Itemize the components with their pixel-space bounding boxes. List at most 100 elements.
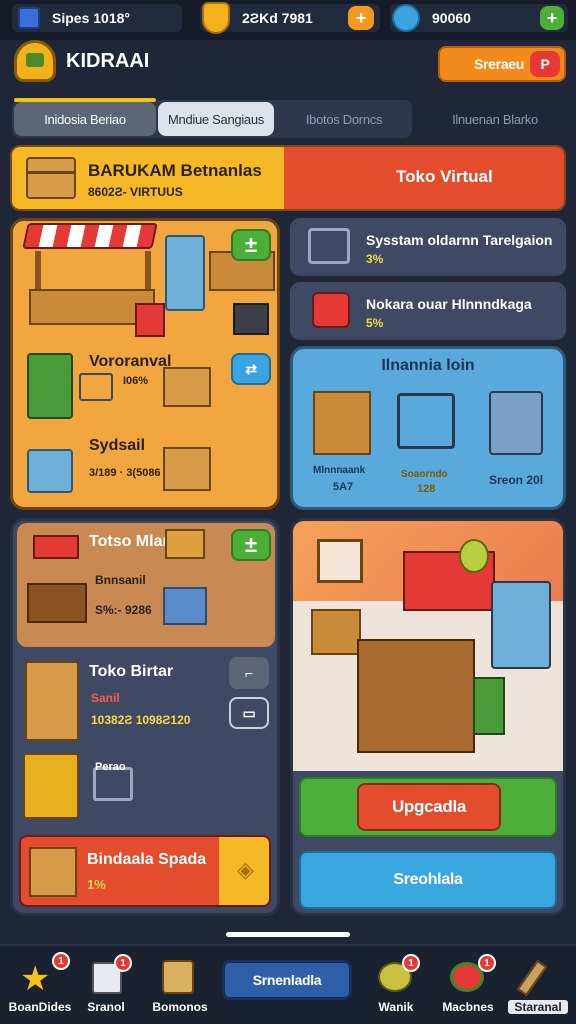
nav-item-3[interactable]: 1 Wanik <box>356 948 436 1024</box>
rocket-icon <box>392 4 420 32</box>
promo-banner[interactable]: BARUKAM Betnanlas 8602Ƨ- VIRTUUS Toko Vi… <box>10 145 566 211</box>
inventory-panel: Ilnannia loin Mlnnnaank 5A7 Soaorndo 128… <box>290 346 566 510</box>
nav-label-5: Staranal <box>508 1000 568 1014</box>
toko-red-label: Sanil <box>91 691 120 705</box>
special-offer-label: Bindaala Spada <box>87 851 207 868</box>
nav-label-4: Macbnes <box>442 1000 494 1014</box>
vending-machine <box>491 581 551 669</box>
stat-cash-value: 2ƧKd 7981 <box>242 10 313 26</box>
cheese-box-icon <box>23 753 79 819</box>
stall-card[interactable]: ± Vororanval I06% ⇄ Sydsail 3/189 · 3(50… <box>10 218 280 510</box>
crate-stack-icon <box>25 661 79 741</box>
toko-value: 10382Ƨ 1098Ƨ120 <box>91 713 191 727</box>
small-label: Perao <box>95 761 126 773</box>
toko-title: Toko Birtar <box>89 663 174 680</box>
veg-crate <box>163 367 211 407</box>
inventory-panel-title: Ilnannia loin <box>381 357 475 374</box>
basket-icon <box>312 292 350 328</box>
nav-badge-3: 1 <box>402 954 420 972</box>
stall-item2-label: Sydsail <box>89 437 146 454</box>
parcel-box <box>163 447 211 491</box>
nav-badge-1: 1 <box>114 954 132 972</box>
add-shop-button[interactable]: ± <box>231 529 271 561</box>
register-icon <box>27 449 73 493</box>
inventory-item1-label: Mlnnnaank <box>313 465 366 476</box>
fruit-display <box>357 639 475 753</box>
minimize-button[interactable]: ⌐ <box>229 657 269 689</box>
stall-item2-value: 3/189 · 3(5086 <box>89 467 161 479</box>
nav-center-button[interactable]: Srnenladla <box>222 960 352 1000</box>
nav-badge-4: 1 <box>478 954 496 972</box>
vending-icon <box>489 391 543 455</box>
inventory-item1-value: 5A7 <box>333 481 354 493</box>
cashier-box <box>135 303 165 337</box>
header-action-label: Sreraeu <box>474 56 525 72</box>
nav-label-1: Sranol <box>87 1000 125 1014</box>
cart-icon <box>79 373 113 401</box>
crate-icon <box>18 7 40 29</box>
stand-with-sign <box>27 535 87 629</box>
list-item-system[interactable]: Sysstam oldarnn Tarelgaion 3% <box>290 218 566 276</box>
nav-item-5[interactable]: Staranal <box>500 948 576 1024</box>
secondary-button[interactable]: Sreohlala <box>299 851 557 909</box>
swap-button[interactable]: ⇄ <box>231 353 271 385</box>
nav-center-label: Srnenladla <box>252 972 322 988</box>
list-item-nokara-title: Nokara ouar Hlnnndkaga <box>366 296 532 312</box>
store-scene <box>293 521 563 771</box>
diamond-icon: ◈ <box>237 857 254 882</box>
tab-ibotos[interactable]: Ibotos Dorncs <box>278 102 410 136</box>
banner-subtitle: 8602Ƨ- VIRTUUS <box>88 185 183 199</box>
store-scene-panel: Upgcadla Sreohlala <box>290 518 566 916</box>
upgrade-label-box: Upgcadla <box>357 783 501 831</box>
small-table <box>311 609 361 655</box>
stall-item1-label: Vororanval <box>89 353 172 370</box>
notice-board-icon <box>317 539 363 583</box>
nav-badge-0: 1 <box>52 952 70 970</box>
shop-sub: Bnnsanil <box>95 573 146 587</box>
melon-icon <box>459 539 489 573</box>
inventory-item2-value: 128 <box>417 483 436 495</box>
stat-energy: 90060 + <box>390 4 568 32</box>
add-stall-button[interactable]: ± <box>231 229 271 261</box>
shield-icon <box>202 2 230 34</box>
secondary-label: Sreohlala <box>393 871 463 888</box>
special-offer-value: 1% <box>87 877 106 892</box>
produce-stand <box>27 353 73 419</box>
tab-mndiue[interactable]: Mndiue Sangiaus <box>158 102 274 136</box>
inventory-item2-label: Soaorndo <box>401 469 448 480</box>
stall-item1-value: I06% <box>123 375 149 387</box>
nav-label-3: Wanik <box>378 1000 414 1014</box>
nav-item-4[interactable]: 1 Macbnes <box>428 948 508 1024</box>
special-offer-button[interactable]: Bindaala Spada 1% ◈ <box>19 835 271 907</box>
inventory-item3-label: Sreon 20l <box>489 473 544 487</box>
trolley-icon <box>397 393 455 449</box>
add-energy-button[interactable]: + <box>540 6 564 30</box>
upgrade-button[interactable]: Upgcadla <box>299 777 557 837</box>
star-icon: ★ <box>20 960 51 998</box>
tab-ilnuenan[interactable]: Ilnuenan Blarko <box>424 102 566 136</box>
blue-crate-icon <box>163 587 207 625</box>
jar-icon <box>162 960 194 994</box>
nav-item-2[interactable]: Bomonos <box>140 948 220 1024</box>
list-item-system-value: 3% <box>366 252 384 266</box>
nav-label-2: Bomonos <box>152 1000 208 1014</box>
profile-icon: P <box>530 51 560 77</box>
gift-box-icon <box>29 847 77 897</box>
tab-inidosia[interactable]: Inidosia Beriao <box>14 102 156 136</box>
stat-energy-value: 90060 <box>432 10 471 26</box>
header-action-button[interactable]: Sreraeu P <box>438 46 566 82</box>
stat-cash: 2ƧKd 7981 + <box>200 2 380 34</box>
app-logo <box>14 40 56 82</box>
bread-basket-icon <box>165 529 205 559</box>
home-indicator <box>226 932 350 937</box>
app-title: KIDRAAI <box>66 50 150 72</box>
shopping-cart-icon <box>308 228 350 264</box>
window-button[interactable]: ▭ <box>229 697 269 729</box>
shop-panel: Totso Mlano Bnnsanil S%:- 9286 ± Toko Bi… <box>10 518 280 916</box>
stat-gems-value: Sipes 1018° <box>52 10 130 26</box>
add-cash-button[interactable]: + <box>348 6 374 30</box>
shop-value: S%:- 9286 <box>95 603 152 617</box>
stat-gems: Sipes 1018° <box>12 4 182 32</box>
list-item-nokara-value: 5% <box>366 316 384 330</box>
list-item-nokara[interactable]: Nokara ouar Hlnnndkaga 5% <box>290 282 566 340</box>
